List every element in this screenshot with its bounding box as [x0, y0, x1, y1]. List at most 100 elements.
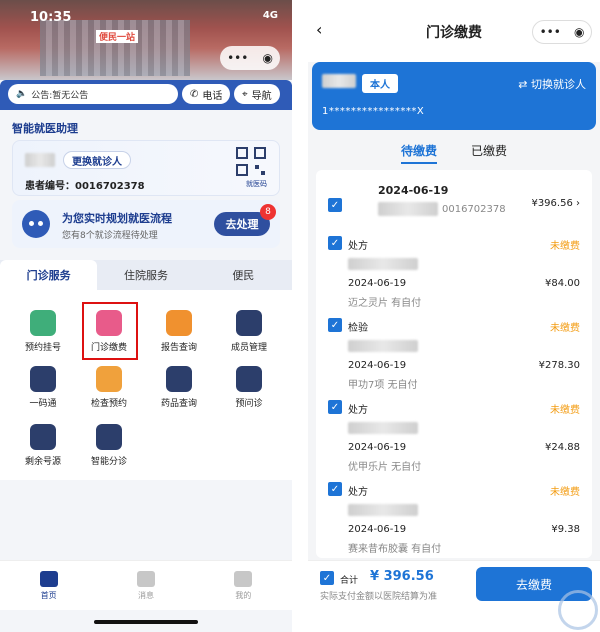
service-label: 预约挂号	[24, 343, 61, 353]
service-item[interactable]: 药品查询	[144, 366, 214, 409]
item-type[interactable]: 处方	[348, 237, 368, 252]
group-date: 2024-06-19	[378, 184, 449, 197]
home-icon	[39, 570, 58, 587]
service-label: 报告查询	[160, 343, 197, 353]
item-name: 赛来昔布胶囊 有自付	[348, 544, 442, 555]
footer-bar: ✓ 合计 ¥ 396.56 实际支付金额以医院结算为准 去缴费	[308, 560, 600, 632]
phone-button[interactable]: ✆ 电话	[182, 84, 231, 104]
change-patient-label: 切换就诊人	[531, 78, 586, 91]
nav-mine[interactable]: 我的	[195, 561, 292, 610]
item-checkbox[interactable]: ✓	[328, 236, 342, 250]
item-checkbox[interactable]: ✓	[328, 400, 342, 414]
tab-unpaid[interactable]: 待缴费	[400, 142, 438, 164]
item-status: 未缴费	[550, 405, 580, 416]
service-icon	[166, 366, 192, 392]
service-icon	[96, 424, 122, 450]
navigation-button[interactable]: ⌖ 导航	[234, 84, 280, 104]
home-screen: 便民一站 10:35 4G ••• ◉ 🔈 公告:暂无公告 ✆ 电话 ⌖ 导航 智能就医…	[0, 0, 292, 632]
total-currency: ¥	[370, 569, 380, 584]
tab-inpatient[interactable]: 住院服务	[97, 260, 194, 290]
tab-outpatient[interactable]: 门诊服务	[0, 260, 98, 290]
service-item[interactable]: 智能分诊	[74, 424, 144, 467]
item-date: 2024-06-19	[348, 278, 407, 289]
watermark-logo	[558, 590, 598, 630]
patient-name-blurred	[322, 74, 356, 88]
nav-label: 导航	[251, 90, 272, 102]
status-icons: 4G	[262, 10, 278, 21]
item-date: 2024-06-19	[348, 524, 407, 535]
payment-note: 实际支付金额以医院结算为准	[320, 592, 438, 602]
assistant-title: 智能就医助理	[12, 122, 78, 135]
item-name: 甲功7项 无自付	[348, 380, 418, 391]
service-label: 成员管理	[230, 343, 267, 353]
total-label: 合计	[340, 576, 359, 586]
switch-patient-button[interactable]: 更换就诊人	[63, 151, 131, 169]
tab-convenience[interactable]: 便民	[195, 260, 292, 290]
nav-messages[interactable]: 消息	[97, 561, 194, 610]
group-amount[interactable]: ¥396.56 ›	[531, 198, 580, 209]
patient-header-card: 本人 ⇄ 切换就诊人 1****************X	[312, 62, 596, 130]
group-checkbox[interactable]: ✓	[328, 198, 342, 212]
group-blurred	[378, 202, 438, 216]
flow-title: 为您实时规划就医流程	[62, 212, 172, 225]
service-item[interactable]: 剩余号源	[8, 424, 78, 467]
service-item[interactable]: 预问诊	[214, 366, 284, 409]
patient-name-blurred	[25, 153, 55, 167]
pending-badge: 8	[260, 204, 276, 220]
item-type[interactable]: 检验	[348, 319, 368, 334]
close-circle-icon[interactable]: ◉	[262, 51, 272, 65]
close-circle-icon[interactable]: ◉	[574, 25, 584, 39]
tab-paid[interactable]: 已缴费	[471, 142, 507, 159]
service-icon	[96, 366, 122, 392]
item-checkbox[interactable]: ✓	[328, 482, 342, 496]
item-date: 2024-06-19	[348, 442, 407, 453]
qr-label: 就医码	[246, 180, 267, 188]
group-amount-value: ¥396.56	[531, 198, 573, 209]
item-blurred	[348, 340, 418, 352]
service-tabs: 门诊服务 住院服务 便民	[0, 260, 292, 290]
group-id: 0016702378	[442, 204, 506, 215]
item-type[interactable]: 处方	[348, 401, 368, 416]
item-amount: ¥24.88	[545, 442, 580, 453]
status-time: 10:35	[30, 10, 72, 25]
item-checkbox[interactable]: ✓	[328, 318, 342, 332]
nav-home[interactable]: 首页	[0, 561, 97, 610]
service-label: 预问诊	[235, 399, 263, 409]
more-icon[interactable]: •••	[540, 25, 561, 39]
bottom-nav: 首页 消息 我的	[0, 560, 292, 610]
self-tag: 本人	[362, 74, 398, 93]
miniapp-capsule[interactable]: ••• ◉	[532, 20, 592, 44]
notice-pill[interactable]: 🔈 公告:暂无公告	[8, 84, 178, 104]
service-label: 检查预约	[90, 399, 127, 409]
service-label: 一码通	[29, 399, 57, 409]
more-icon[interactable]: •••	[227, 51, 248, 65]
service-icon	[236, 366, 262, 392]
nav-messages-label: 消息	[137, 590, 154, 600]
service-item[interactable]: 检查预约	[74, 366, 144, 409]
change-patient-button[interactable]: ⇄ 切换就诊人	[518, 76, 586, 92]
home-indicator	[94, 620, 198, 624]
service-label: 药品查询	[160, 399, 197, 409]
service-label: 智能分诊	[90, 457, 127, 467]
item-type[interactable]: 处方	[348, 483, 368, 498]
service-item[interactable]: 一码通	[8, 366, 78, 409]
item-date: 2024-06-19	[348, 360, 407, 371]
id-number: 1****************X	[322, 106, 425, 117]
bill-list: ✓ 2024-06-19 0016702378 ¥396.56 › ✓ 处方 未缴费…	[316, 170, 592, 558]
qr-code-icon[interactable]	[235, 147, 267, 177]
patient-card: 更换就诊人 患者编号：0016702378 就医码	[12, 140, 280, 196]
item-blurred	[348, 422, 418, 434]
select-all-checkbox[interactable]: ✓	[320, 571, 334, 585]
service-icon	[166, 310, 192, 336]
service-item[interactable]: 成员管理	[214, 310, 284, 353]
item-amount: ¥84.00	[545, 278, 580, 289]
flow-subtitle: 您有8个就诊流程待处理	[62, 231, 158, 241]
item-name: 迈之灵片 有自付	[348, 298, 422, 309]
payment-tabs: 待缴费 已缴费	[308, 142, 600, 164]
highlight-box	[82, 302, 138, 360]
service-item[interactable]: 报告查询	[144, 310, 214, 353]
miniapp-capsule[interactable]: ••• ◉	[220, 46, 280, 70]
service-label: 剩余号源	[24, 457, 61, 467]
service-item[interactable]: 预约挂号	[8, 310, 78, 353]
location-icon: ⌖	[242, 88, 248, 100]
